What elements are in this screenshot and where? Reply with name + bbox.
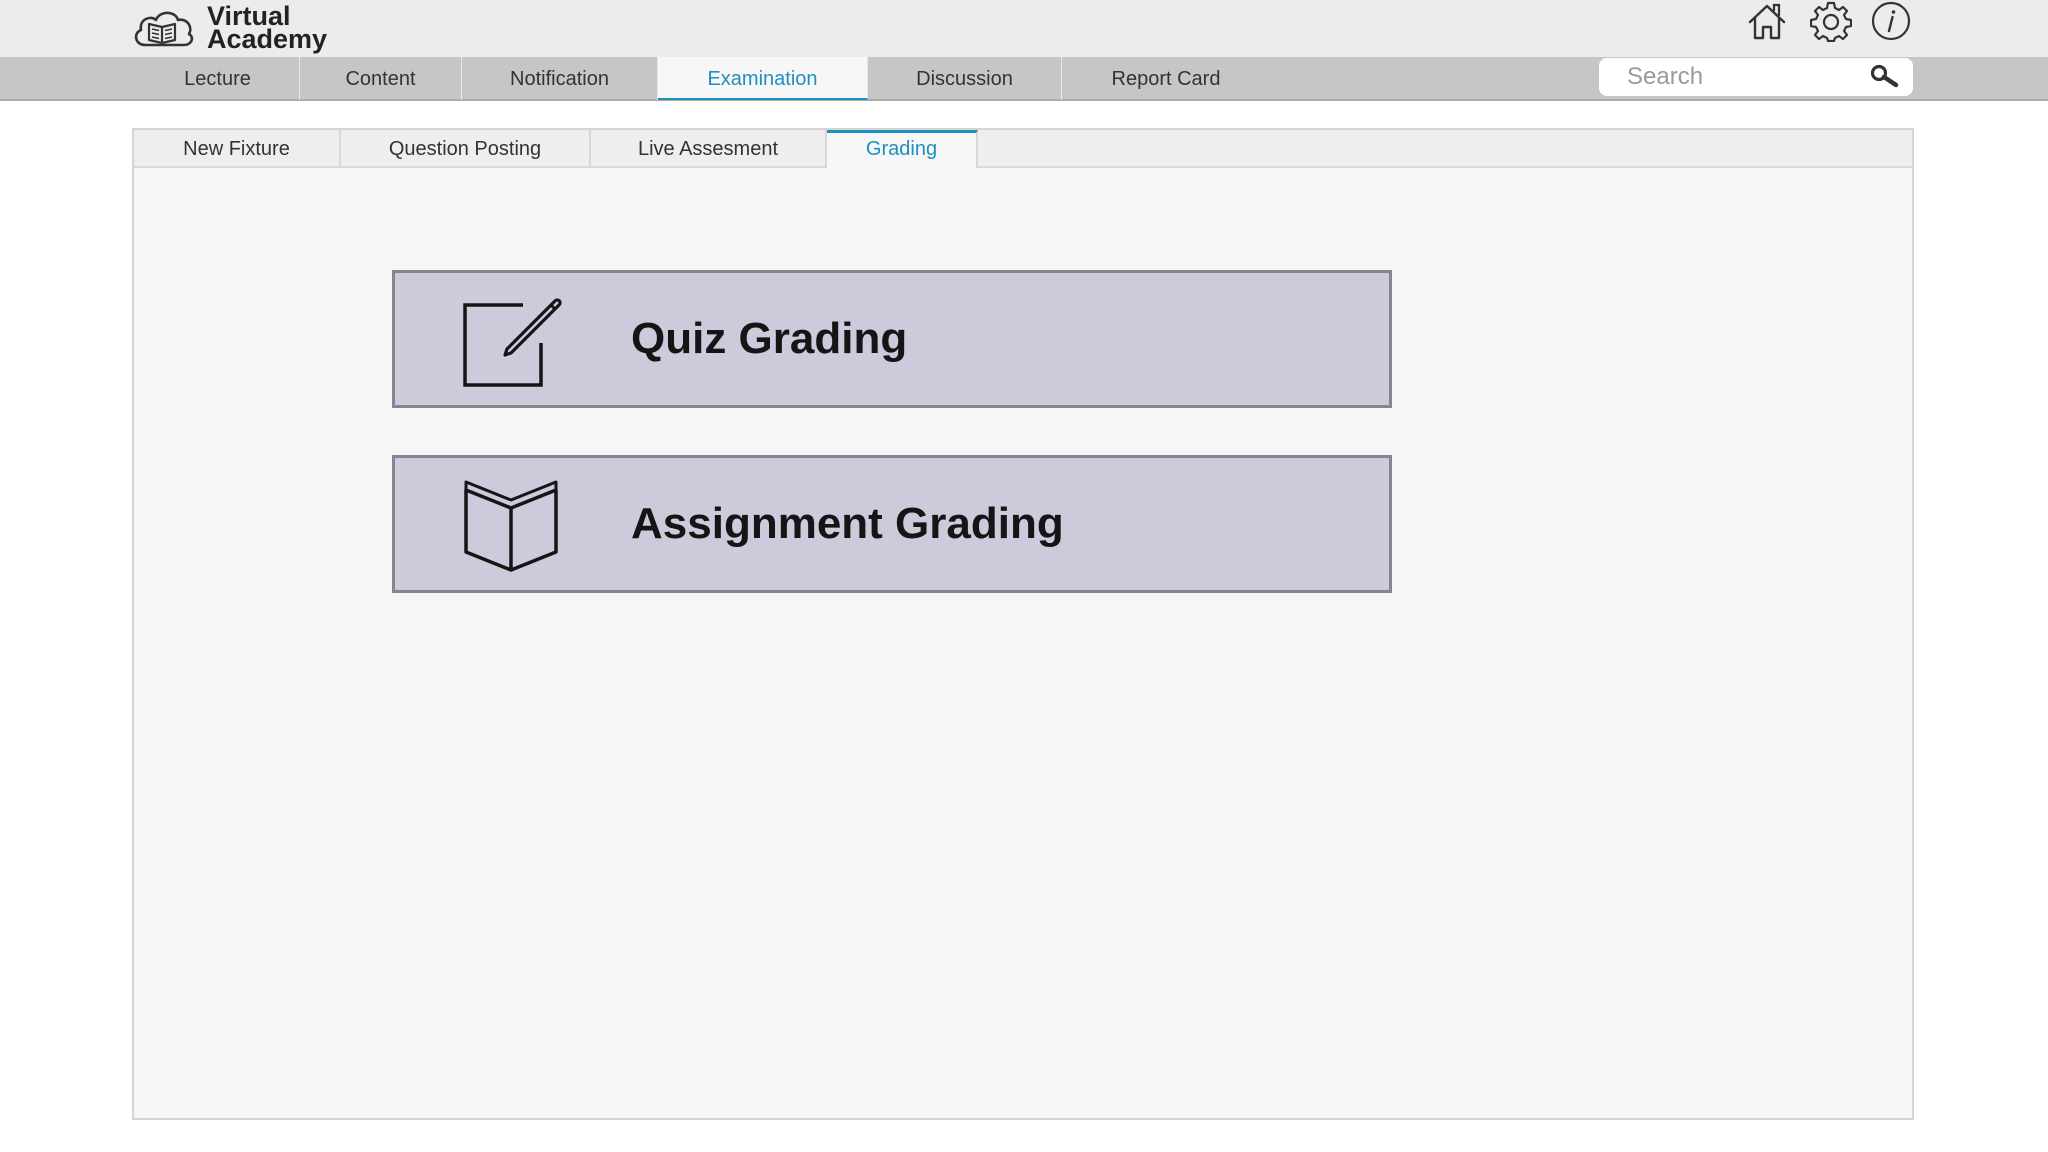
search-icon[interactable] [1869, 64, 1899, 90]
tab-notification[interactable]: Notification [462, 57, 658, 100]
quiz-grading-button[interactable]: Quiz Grading [392, 270, 1392, 408]
top-header: Virtual Academy [0, 0, 2048, 57]
quiz-grading-label: Quiz Grading [631, 314, 908, 363]
subtab-grading[interactable]: Grading [827, 130, 978, 168]
search-input[interactable] [1627, 63, 1877, 91]
examination-subtabs: New Fixture Question Posting Live Assesm… [134, 130, 1912, 168]
main-nav: Lecture Content Notification Examination… [0, 57, 2048, 101]
cloud-book-icon [134, 11, 194, 47]
app-name: Virtual Academy [207, 3, 328, 54]
subtab-new-fixture[interactable]: New Fixture [134, 130, 341, 167]
gear-icon[interactable] [1810, 0, 1852, 42]
search-box [1599, 58, 1913, 96]
nav-tabs: Lecture Content Notification Examination… [136, 57, 1270, 101]
info-icon[interactable] [1870, 0, 1912, 42]
assignment-grading-button[interactable]: Assignment Grading [392, 455, 1392, 593]
tab-examination[interactable]: Examination [658, 57, 868, 100]
tab-lecture[interactable]: Lecture [136, 57, 300, 100]
edit-note-icon [463, 295, 567, 387]
tab-report-card[interactable]: Report Card [1062, 57, 1270, 100]
home-icon[interactable] [1746, 0, 1788, 42]
grading-panel: New Fixture Question Posting Live Assesm… [132, 128, 1914, 1120]
app-name-line2: Academy [207, 24, 328, 54]
subtab-question-posting[interactable]: Question Posting [341, 130, 591, 167]
open-book-icon [463, 480, 567, 572]
subtab-live-assesment[interactable]: Live Assesment [591, 130, 827, 167]
tab-discussion[interactable]: Discussion [868, 57, 1062, 100]
tab-content[interactable]: Content [300, 57, 462, 100]
assignment-grading-label: Assignment Grading [631, 499, 1064, 548]
app-logo[interactable]: Virtual Academy [131, 3, 327, 53]
